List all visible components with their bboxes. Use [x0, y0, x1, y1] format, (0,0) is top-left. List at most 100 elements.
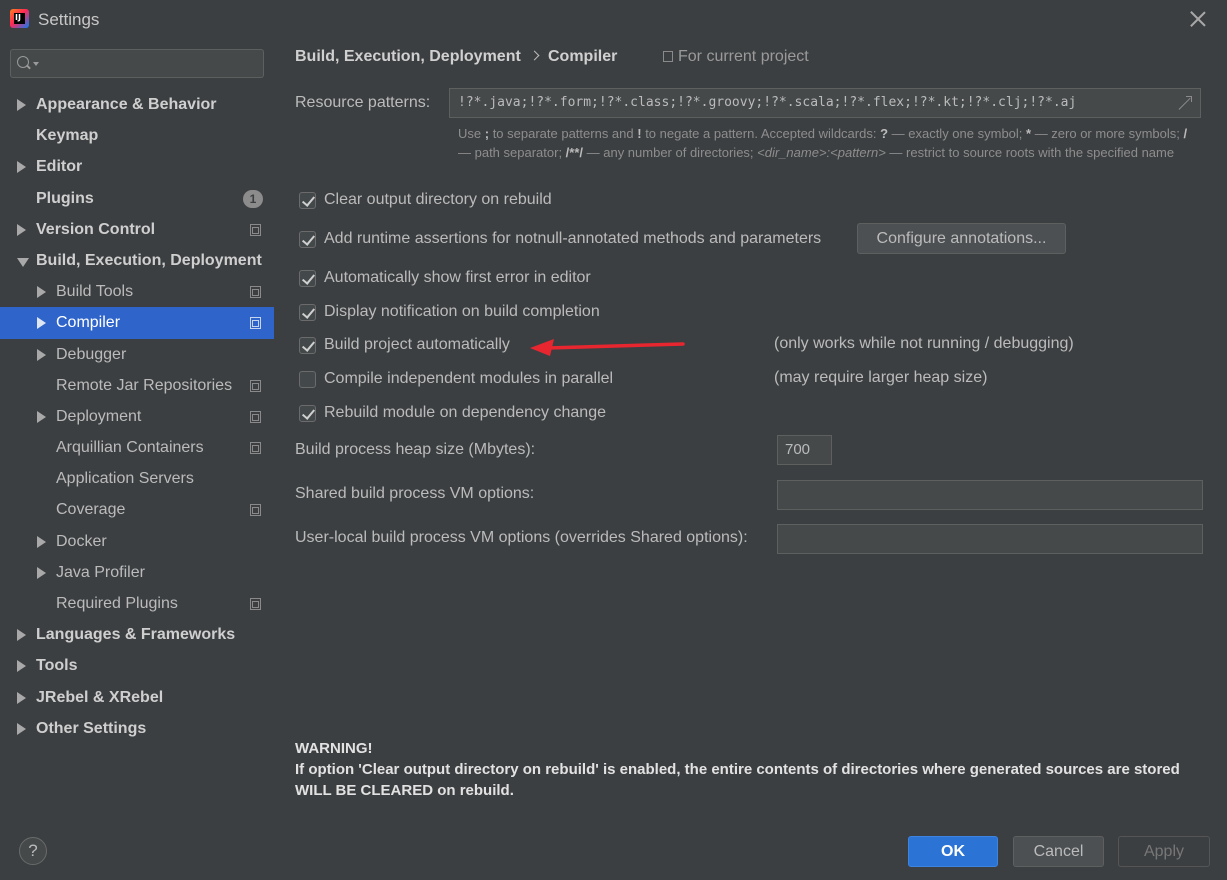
warning-message: WARNING! If option 'Clear output directo…: [295, 738, 1195, 801]
sidebar-item-label: Languages & Frameworks: [36, 626, 236, 644]
sidebar-item-label: Build Tools: [56, 283, 134, 301]
resource-patterns-input[interactable]: !?*.java;!?*.form;!?*.class;!?*.groovy;!…: [449, 88, 1201, 118]
scope-text: For current project: [678, 48, 809, 65]
checkbox[interactable]: [299, 336, 316, 354]
option-automatically-show-first-error-in-editor[interactable]: Automatically show first error in editor: [299, 267, 591, 289]
option-compile-independent-modules-in-parallel[interactable]: Compile independent modules in parallel: [299, 368, 613, 390]
collapsed-arrow-icon[interactable]: [17, 99, 26, 111]
scope-label: For current project: [663, 48, 809, 66]
option-build-project-automatically[interactable]: Build project automatically: [299, 334, 510, 356]
checkbox[interactable]: [299, 370, 316, 388]
sidebar-item-debugger[interactable]: Debugger: [0, 339, 274, 370]
option-display-notification-on-build-completion[interactable]: Display notification on build completion: [299, 301, 600, 323]
sidebar-item-label: Application Servers: [56, 470, 194, 488]
annotation-arrow-icon: [530, 339, 685, 356]
sidebar-item-coverage[interactable]: Coverage: [0, 494, 274, 525]
sidebar-item-label: Deployment: [56, 407, 142, 425]
update-count-badge: 1: [243, 189, 263, 208]
sidebar-item-label: Keymap: [36, 127, 99, 145]
sidebar-item-build-tools[interactable]: Build Tools: [0, 276, 274, 307]
checkbox[interactable]: [299, 191, 316, 209]
sidebar-item-label: Build, Execution, Deployment: [36, 251, 262, 269]
configure-annotations-button[interactable]: Configure annotations...: [857, 223, 1066, 254]
dialog-footer: ? OK Cancel Apply: [0, 820, 1227, 880]
sidebar-item-keymap[interactable]: Keymap: [0, 120, 274, 151]
collapsed-arrow-icon[interactable]: [37, 566, 46, 579]
chevron-right-icon: [529, 50, 540, 61]
ok-button[interactable]: OK: [908, 836, 998, 867]
sidebar-item-build-execution-deployment[interactable]: Build, Execution, Deployment: [0, 245, 274, 276]
collapsed-arrow-icon[interactable]: [17, 161, 26, 174]
project-scope-icon: [250, 317, 261, 330]
sidebar-item-label: Coverage: [56, 501, 126, 519]
warning-text: If option 'Clear output directory on reb…: [295, 761, 1180, 799]
option-label: Add runtime assertions for notnull-annot…: [324, 230, 822, 247]
checkbox[interactable]: [299, 303, 316, 321]
sidebar-item-appearance-behavior[interactable]: Appearance & Behavior: [0, 89, 274, 120]
sidebar-item-label: Docker: [56, 532, 107, 550]
chevron-down-icon: [33, 62, 39, 66]
sidebar-item-label: Tools: [36, 657, 78, 675]
sidebar-item-required-plugins[interactable]: Required Plugins: [0, 588, 274, 619]
checkbox[interactable]: [299, 230, 316, 248]
apply-button[interactable]: Apply: [1118, 836, 1210, 867]
sidebar-item-remote-jar-repositories[interactable]: Remote Jar Repositories: [0, 370, 274, 401]
sidebar-item-deployment[interactable]: Deployment: [0, 401, 274, 432]
close-icon[interactable]: [1187, 8, 1209, 30]
option-note: (may require larger heap size): [774, 369, 988, 386]
sidebar-item-editor[interactable]: Editor: [0, 151, 274, 182]
sidebar-item-label: Remote Jar Repositories: [56, 376, 233, 394]
shared-vm-options-input[interactable]: [777, 480, 1203, 510]
checkbox[interactable]: [299, 404, 316, 422]
heap-size-input[interactable]: 700: [777, 435, 832, 465]
sidebar-item-arquillian-containers[interactable]: Arquillian Containers: [0, 432, 274, 463]
sidebar-item-plugins[interactable]: Plugins 1: [0, 183, 274, 214]
collapsed-arrow-icon[interactable]: [37, 410, 46, 423]
sidebar-item-label: Java Profiler: [56, 563, 145, 581]
option-note: (only works while not running / debuggin…: [774, 335, 1074, 352]
sidebar-item-label: Plugins: [36, 189, 94, 207]
sidebar-item-compiler[interactable]: Compiler: [0, 307, 274, 339]
collapsed-arrow-icon[interactable]: [17, 660, 26, 673]
sidebar-item-application-servers[interactable]: Application Servers: [0, 463, 274, 494]
collapsed-arrow-icon[interactable]: [17, 629, 26, 642]
option-label: Automatically show first error in editor: [324, 269, 591, 286]
collapsed-arrow-icon[interactable]: [17, 722, 26, 735]
option-clear-output-directory-on-rebuild[interactable]: Clear output directory on rebuild: [299, 189, 552, 211]
settings-tree: Appearance & Behavior Keymap Editor Plugins…: [0, 89, 274, 744]
sidebar-item-jrebel-xrebel[interactable]: JRebel & XRebel: [0, 682, 274, 713]
sidebar-item-other-settings[interactable]: Other Settings: [0, 713, 274, 744]
option-add-runtime-assertions-for-notnull-annotated-methods-and-parameters[interactable]: Add runtime assertions for notnull-annot…: [299, 228, 821, 250]
collapsed-arrow-icon[interactable]: [37, 348, 46, 361]
sidebar-item-label: Version Control: [36, 220, 156, 238]
sidebar-item-tools[interactable]: Tools: [0, 650, 274, 681]
search-input[interactable]: [10, 49, 264, 78]
sidebar-item-label: Debugger: [56, 345, 127, 363]
collapsed-arrow-icon[interactable]: [17, 223, 26, 236]
option-rebuild-module-on-dependency-change[interactable]: Rebuild module on dependency change: [299, 402, 606, 424]
sidebar-item-label: JRebel & XRebel: [36, 688, 164, 706]
expanded-arrow-icon[interactable]: [17, 257, 29, 267]
collapsed-arrow-icon[interactable]: [37, 286, 46, 299]
user-vm-options-input[interactable]: [777, 524, 1203, 554]
sidebar-item-java-profiler[interactable]: Java Profiler: [0, 557, 274, 588]
breadcrumb-current: Compiler: [548, 48, 618, 65]
option-label: Rebuild module on dependency change: [324, 404, 606, 421]
help-button[interactable]: ?: [19, 837, 47, 865]
option-label: Display notification on build completion: [324, 303, 600, 320]
expand-icon[interactable]: [1178, 96, 1192, 110]
search-icon: [17, 56, 29, 68]
cancel-button[interactable]: Cancel: [1013, 836, 1104, 867]
checkbox[interactable]: [299, 269, 316, 287]
collapsed-arrow-icon[interactable]: [37, 317, 46, 330]
sidebar-item-label: Editor: [36, 158, 83, 176]
collapsed-arrow-icon[interactable]: [17, 691, 26, 704]
sidebar-item-label: Other Settings: [36, 719, 147, 737]
sidebar-item-version-control[interactable]: Version Control: [0, 214, 274, 245]
sidebar-item-label: Required Plugins: [56, 595, 178, 612]
collapsed-arrow-icon[interactable]: [37, 535, 46, 548]
sidebar-item-docker[interactable]: Docker: [0, 526, 274, 557]
project-scope-icon: [250, 286, 261, 299]
sidebar-item-languages-frameworks[interactable]: Languages & Frameworks: [0, 619, 274, 650]
resource-patterns-label: Resource patterns:: [295, 94, 431, 111]
